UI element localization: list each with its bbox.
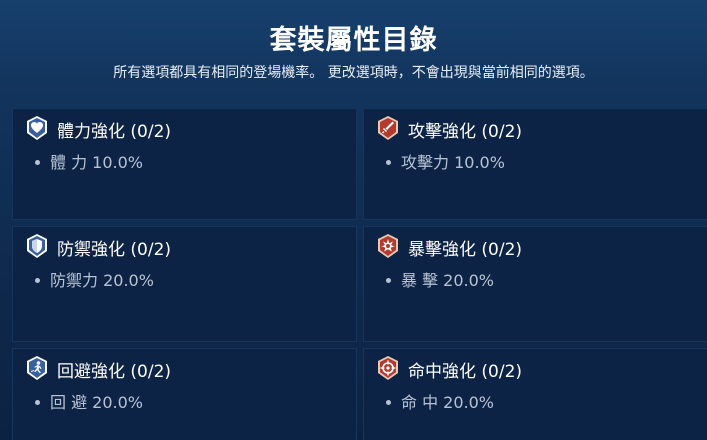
- attribute-name: 命中強化 (0/2): [408, 362, 523, 382]
- attribute-card-attack[interactable]: 攻擊強化 (0/2) 攻擊力 10.0%: [363, 108, 707, 220]
- bullet-icon: [386, 278, 391, 283]
- set-attributes-panel: 套裝屬性目錄 所有選項都具有相同的登場機率。 更改選項時，不會出現與當前相同的選…: [0, 0, 707, 440]
- attribute-stat-value: 攻擊力 10.0%: [401, 153, 505, 172]
- attribute-stat-value: 暴 擊 20.0%: [401, 271, 495, 290]
- attribute-card-evasion[interactable]: 回避強化 (0/2) 回 避 20.0%: [12, 348, 357, 440]
- panel-subtitle: 所有選項都具有相同的登場機率。 更改選項時，不會出現與當前相同的選項。: [113, 65, 594, 81]
- attribute-name: 體力強化 (0/2): [57, 122, 172, 142]
- burst-icon: [376, 233, 400, 259]
- attribute-name: 防禦強化 (0/2): [57, 240, 172, 260]
- attribute-card-hp[interactable]: 體力強化 (0/2) 體 力 10.0%: [12, 108, 357, 220]
- attribute-stat-value: 回 避 20.0%: [50, 393, 144, 412]
- attribute-name: 暴擊強化 (0/2): [408, 240, 523, 260]
- crosshair-icon: [376, 355, 400, 381]
- bullet-icon: [35, 278, 40, 283]
- attribute-stat: 防禦力 20.0%: [35, 267, 154, 291]
- attribute-stat-value: 體 力 10.0%: [50, 153, 144, 172]
- heart-icon: [25, 115, 49, 141]
- bullet-icon: [35, 160, 40, 165]
- dodge-icon: [25, 355, 49, 381]
- attribute-stat-value: 命 中 20.0%: [401, 393, 495, 412]
- attribute-card-accuracy[interactable]: 命中強化 (0/2) 命 中 20.0%: [363, 348, 707, 440]
- panel-header: 套裝屬性目錄 所有選項都具有相同的登場機率。 更改選項時，不會出現與當前相同的選…: [0, 0, 707, 108]
- bullet-icon: [35, 400, 40, 405]
- attribute-stat: 回 避 20.0%: [35, 389, 143, 413]
- attribute-name: 回避強化 (0/2): [57, 362, 172, 382]
- attribute-stat: 攻擊力 10.0%: [386, 149, 505, 173]
- panel-title: 套裝屬性目錄: [269, 25, 438, 56]
- attribute-stat-value: 防禦力 20.0%: [50, 271, 154, 290]
- sword-icon: [376, 115, 400, 141]
- attribute-name: 攻擊強化 (0/2): [408, 122, 523, 142]
- bullet-icon: [386, 160, 391, 165]
- bullet-icon: [386, 400, 391, 405]
- attribute-stat: 命 中 20.0%: [386, 389, 494, 413]
- attribute-card-critical[interactable]: 暴擊強化 (0/2) 暴 擊 20.0%: [363, 226, 707, 342]
- attribute-card-defense[interactable]: 防禦強化 (0/2) 防禦力 20.0%: [12, 226, 357, 342]
- attribute-stat: 體 力 10.0%: [35, 149, 143, 173]
- shield-icon: [25, 233, 49, 259]
- attribute-stat: 暴 擊 20.0%: [386, 267, 494, 291]
